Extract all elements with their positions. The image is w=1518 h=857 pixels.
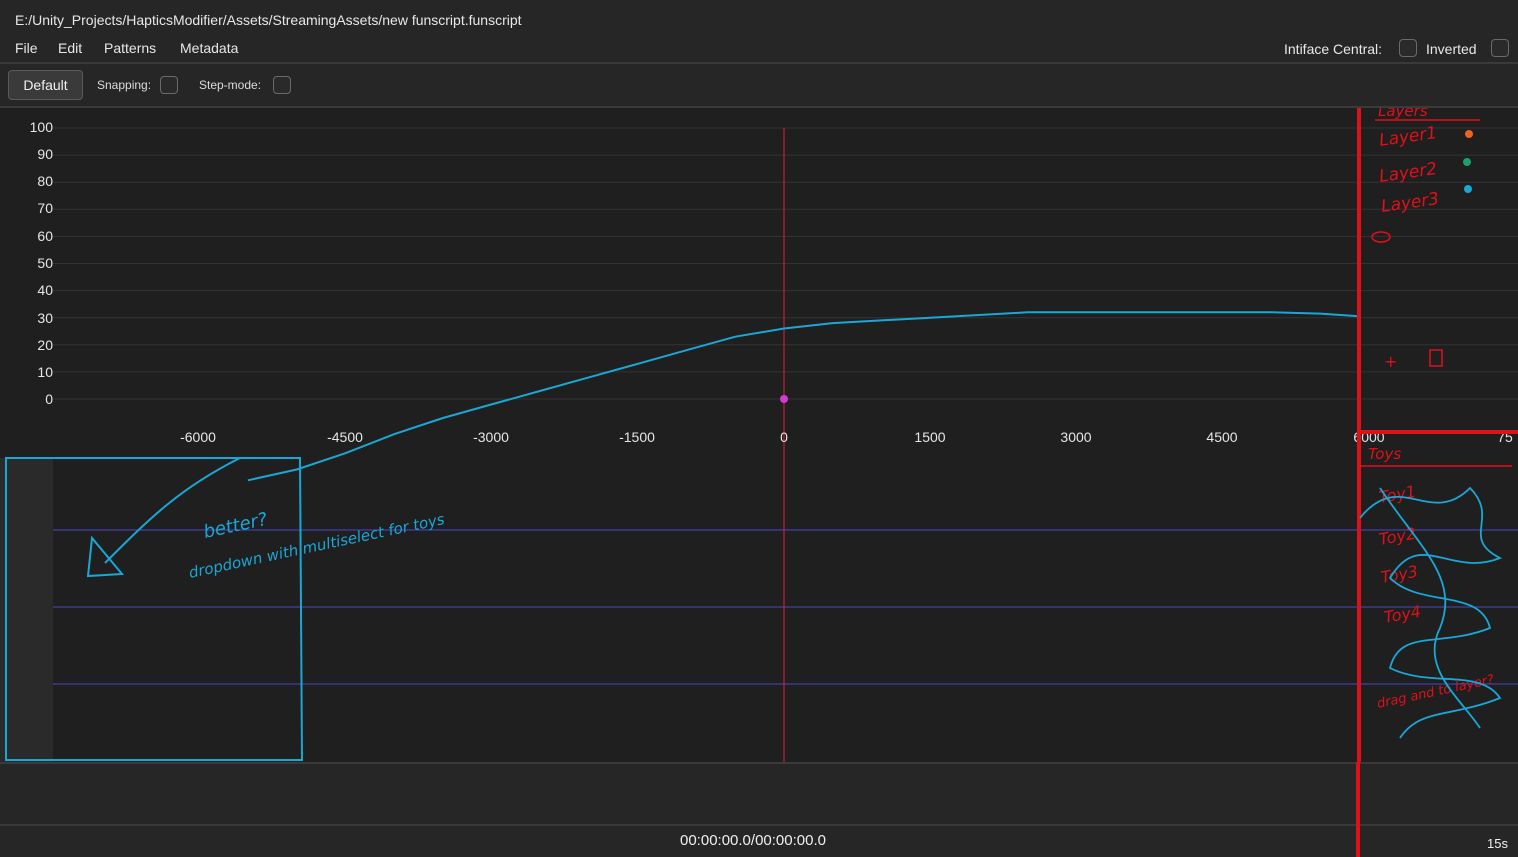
x-axis-labels: -6000 -4500 -3000 -1500 0 1500 3000 4500… (180, 429, 1513, 445)
x-tick-label: 4500 (1206, 429, 1237, 445)
menu-file[interactable]: File (15, 40, 38, 56)
toy-4-label: Toy4 (1382, 602, 1422, 627)
origin-point-marker[interactable] (780, 395, 788, 403)
menu-metadata[interactable]: Metadata (180, 40, 238, 56)
layers-title: Layers (1378, 108, 1428, 120)
y-tick-label: 50 (37, 255, 53, 271)
timecode-display: 00:00:00.0/00:00:00.0 (680, 832, 826, 849)
y-tick-label: 80 (37, 173, 53, 189)
y-tick-label: 90 (37, 146, 53, 162)
sketch-triangle-icon (86, 535, 125, 578)
y-tick-label: 30 (37, 310, 53, 326)
track-gutter (0, 458, 53, 762)
intiface-checkbox[interactable] (1399, 39, 1417, 57)
layer-3-color-dot (1464, 185, 1472, 193)
y-tick-label: 20 (37, 337, 53, 353)
inverted-checkbox[interactable] (1491, 39, 1509, 57)
y-tick-label: 60 (37, 228, 53, 244)
sketch-divider-extension (1356, 762, 1360, 857)
y-axis-labels: 100 90 80 70 60 50 40 30 20 10 0 (30, 119, 54, 407)
inverted-label: Inverted (1426, 41, 1477, 57)
y-tick-label: 0 (45, 391, 53, 407)
x-tick-label: -6000 (180, 429, 216, 445)
layer-3-label: Layer3 (1380, 189, 1440, 217)
toy-2-label: Toy2 (1377, 524, 1417, 549)
bottom-separator (0, 824, 1518, 826)
title-bar: E:/Unity_Projects/HapticsModifier/Assets… (0, 0, 1518, 38)
bottom-separator-top (0, 762, 1518, 764)
timeline-graph[interactable]: 100 90 80 70 60 50 40 30 20 10 0 -6000 -… (0, 102, 1518, 762)
y-tick-label: 70 (37, 200, 53, 216)
menu-edit[interactable]: Edit (58, 40, 82, 56)
eye-icon (1371, 231, 1391, 243)
zoom-level[interactable]: 15s (1487, 836, 1508, 851)
step-mode-checkbox[interactable] (273, 76, 291, 94)
note-better: better? (202, 509, 270, 543)
step-mode-label: Step-mode: (199, 78, 262, 92)
menu-bar: File Edit Patterns Metadata Intiface Cen… (0, 38, 1518, 62)
x-tick-label: 1500 (914, 429, 945, 445)
x-tick-label: 0 (780, 429, 788, 445)
layer-2-label: Layer2 (1378, 159, 1438, 187)
layer-1-label: Layer1 (1378, 123, 1438, 151)
x-tick-label: -1500 (619, 429, 655, 445)
x-tick-label: 3000 (1060, 429, 1091, 445)
x-tick-label: -4500 (327, 429, 363, 445)
window-title: E:/Unity_Projects/HapticsModifier/Assets… (15, 12, 522, 28)
snapping-label: Snapping: (97, 78, 152, 92)
grid-horizontal (53, 127, 1518, 400)
snapping-checkbox[interactable] (160, 76, 178, 94)
default-button[interactable]: Default (8, 70, 83, 100)
intiface-label: Intiface Central: (1284, 41, 1383, 57)
y-tick-label: 100 (30, 119, 54, 135)
x-tick-label: -3000 (473, 429, 509, 445)
trash-icon (1429, 349, 1443, 367)
toys-title: Toys (1368, 445, 1401, 463)
status-area: 00:00:00.0/00:00:00.0 15s (0, 762, 1518, 857)
toolbar: Default Snapping: Step-mode: (0, 64, 1518, 106)
y-tick-label: 10 (37, 364, 53, 380)
y-tick-label: 40 (37, 282, 53, 298)
sketch-arrow (104, 457, 241, 564)
layer-1-color-dot (1465, 130, 1473, 138)
layer-2-color-dot (1463, 158, 1471, 166)
add-icon: + (1384, 352, 1397, 371)
menu-patterns[interactable]: Patterns (104, 40, 156, 56)
script-curve[interactable] (247, 311, 1360, 482)
annotation-left-box: better? dropdown with multiselect for to… (5, 457, 446, 761)
graph-canvas[interactable]: 100 90 80 70 60 50 40 30 20 10 0 -6000 -… (0, 102, 1518, 762)
